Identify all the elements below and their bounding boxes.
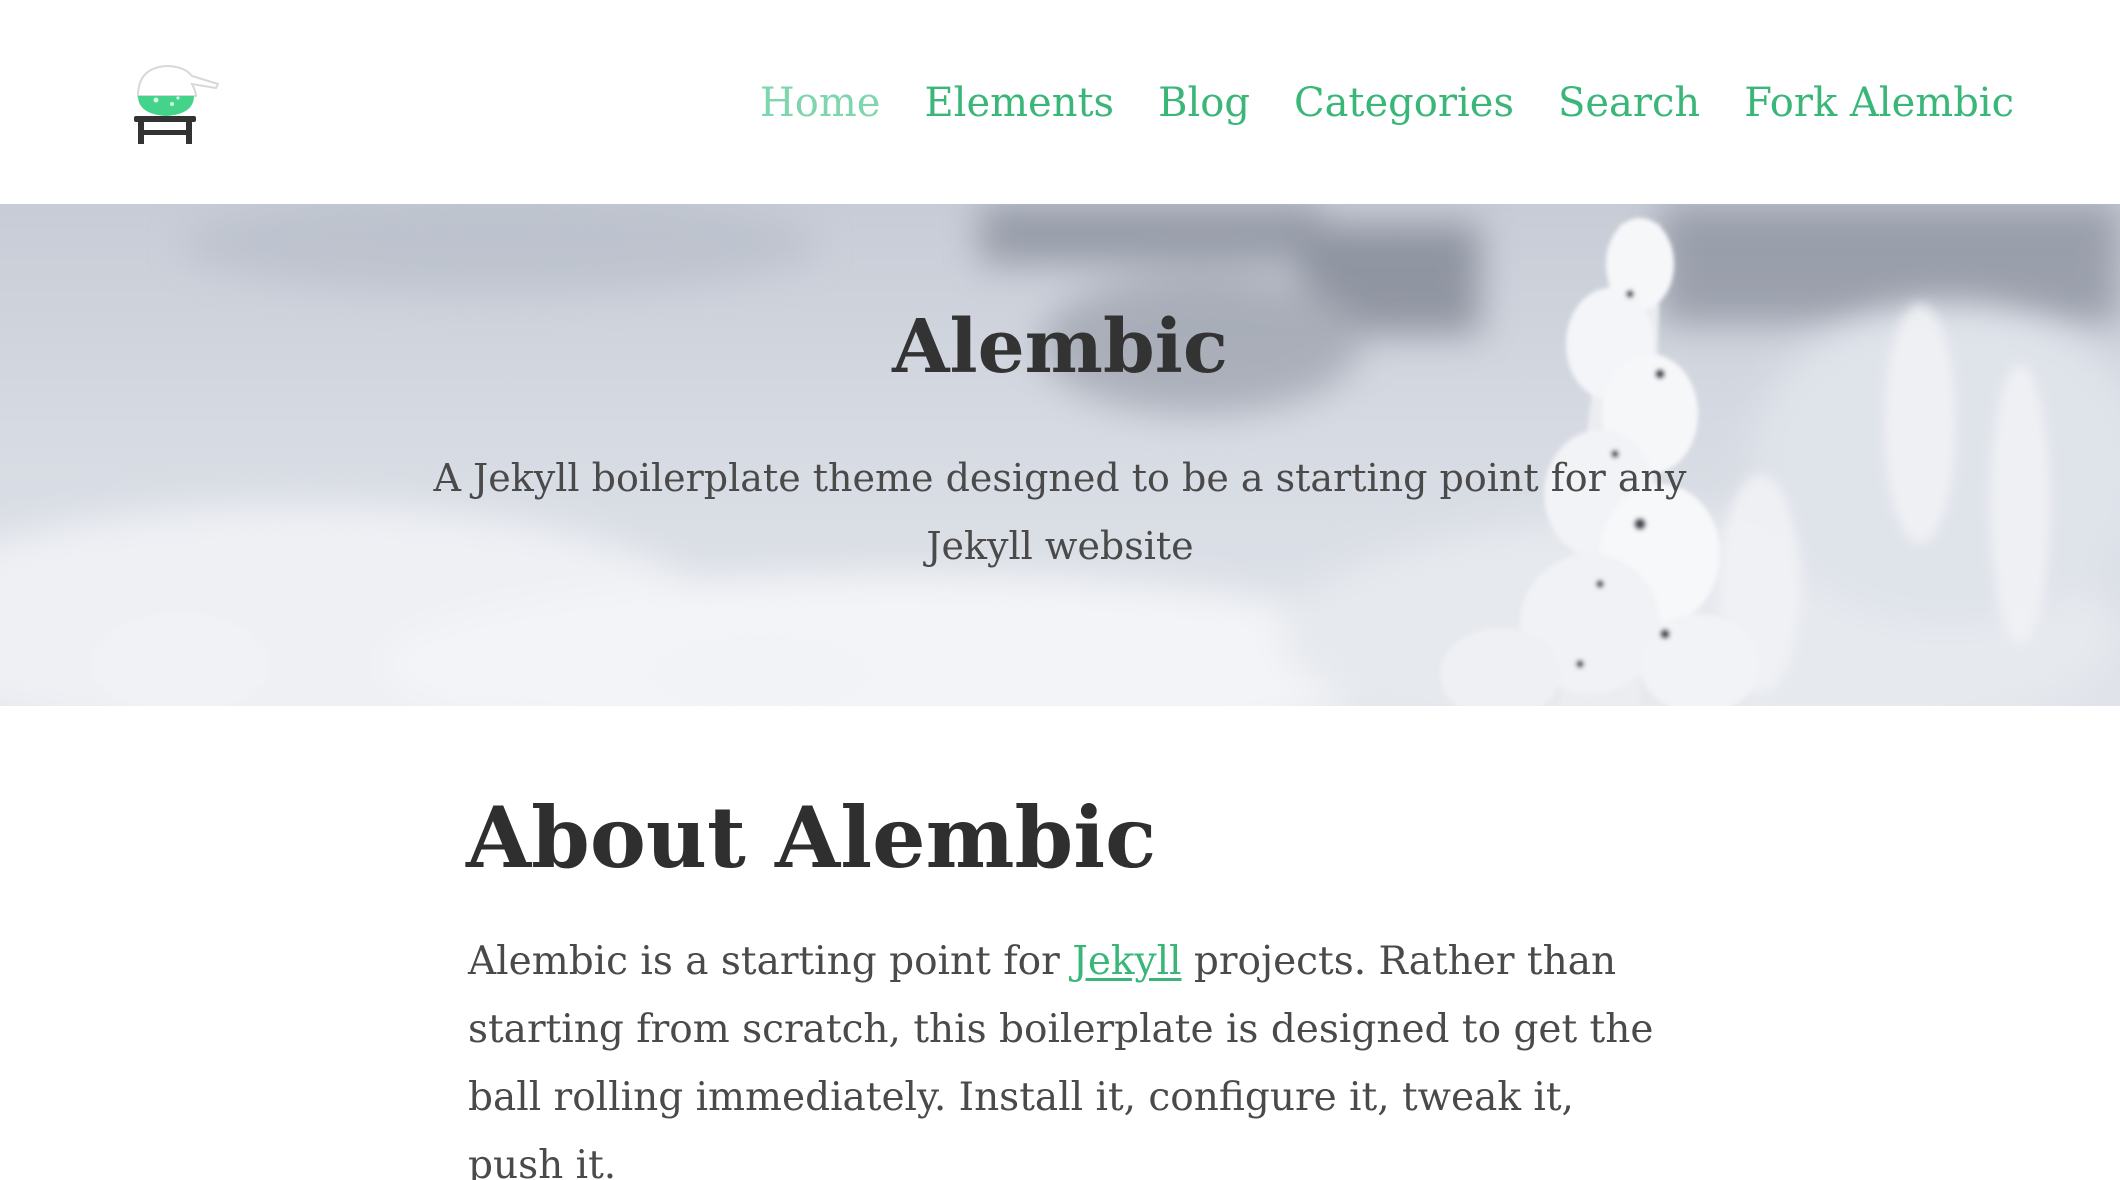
main-nav: Home Elements Blog Categories Search For… <box>760 74 2014 132</box>
alembic-flask-logo-icon[interactable] <box>128 58 224 150</box>
hero-content: Alembic A Jekyll boilerplate theme desig… <box>0 204 2120 706</box>
nav-categories-link[interactable]: Categories <box>1294 74 1514 132</box>
jekyll-link[interactable]: Jekyll <box>1072 939 1181 984</box>
nav-blog-link[interactable]: Blog <box>1158 74 1250 132</box>
nav-search-link[interactable]: Search <box>1558 74 1700 132</box>
main-content: About Alembic Alembic is a starting poin… <box>0 706 2120 1180</box>
about-text-start: Alembic is a starting point for <box>468 939 1073 984</box>
nav-home-link[interactable]: Home <box>760 74 881 132</box>
nav-elements-link[interactable]: Elements <box>924 74 1114 132</box>
hero-banner: Alembic A Jekyll boilerplate theme desig… <box>0 204 2120 706</box>
nav-fork-alembic-link[interactable]: Fork Alembic <box>1744 74 2014 132</box>
site-title: Alembic <box>892 304 1228 390</box>
about-paragraph: Alembic is a starting point for Jekyll p… <box>468 928 1668 1180</box>
site-tagline: A Jekyll boilerplate theme designed to b… <box>433 456 1687 568</box>
site-header: Home Elements Blog Categories Search For… <box>0 0 2120 204</box>
about-heading: About Alembic <box>466 788 1157 887</box>
